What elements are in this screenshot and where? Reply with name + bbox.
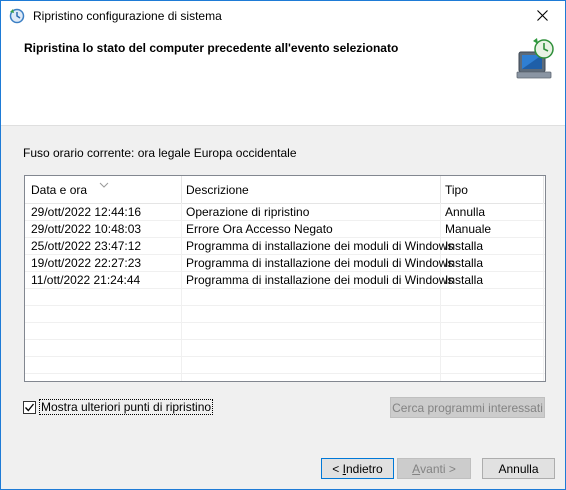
grid-line bbox=[25, 339, 545, 340]
show-more-checkbox[interactable] bbox=[23, 400, 36, 414]
window-title: Ripristino configurazione di sistema bbox=[33, 9, 222, 23]
row-type: Annulla bbox=[445, 205, 486, 219]
table-row[interactable]: 19/ott/2022 22:27:23 Programma di instal… bbox=[25, 255, 545, 272]
grid-line bbox=[25, 237, 545, 238]
row-date: 19/ott/2022 22:27:23 bbox=[31, 256, 142, 270]
row-description: Programma di installazione dei moduli di… bbox=[186, 273, 454, 287]
close-button[interactable] bbox=[519, 1, 565, 32]
restore-points-list[interactable]: Data e ora Descrizione Tipo 29/ott/2022 … bbox=[24, 175, 546, 382]
system-restore-window: Ripristino configurazione di sistema Rip… bbox=[0, 0, 566, 490]
table-row[interactable]: 29/ott/2022 10:48:03 Errore Ora Accesso … bbox=[25, 221, 545, 238]
row-description: Programma di installazione dei moduli di… bbox=[186, 239, 454, 253]
title-bar: Ripristino configurazione di sistema bbox=[1, 1, 565, 32]
table-row[interactable]: 25/ott/2022 23:47:12 Programma di instal… bbox=[25, 238, 545, 255]
list-header: Data e ora Descrizione Tipo bbox=[25, 176, 545, 204]
column-header-type[interactable]: Tipo bbox=[441, 176, 543, 203]
next-button[interactable]: Avanti > bbox=[397, 458, 471, 479]
row-date: 29/ott/2022 12:44:16 bbox=[31, 205, 142, 219]
scan-affected-programs-button[interactable]: Cerca programmi interessati bbox=[390, 397, 545, 418]
row-description: Operazione di ripristino bbox=[186, 205, 310, 219]
row-type: Manuale bbox=[445, 222, 492, 236]
back-button-label: ndietro bbox=[345, 461, 383, 476]
grid-line bbox=[25, 305, 545, 306]
table-row[interactable]: 29/ott/2022 12:44:16 Operazione di ripri… bbox=[25, 204, 545, 221]
column-header-date[interactable]: Data e ora bbox=[25, 176, 181, 203]
next-button-label: vanti > bbox=[420, 461, 456, 476]
grid-line bbox=[25, 288, 545, 289]
column-header-description[interactable]: Descrizione bbox=[182, 176, 440, 203]
column-header-label: Descrizione bbox=[186, 183, 249, 197]
grid-line bbox=[25, 356, 545, 357]
row-type: Installa bbox=[445, 239, 484, 253]
computer-restore-icon bbox=[513, 38, 557, 84]
checkmark-icon bbox=[25, 403, 35, 411]
next-button-accesskey: A bbox=[412, 461, 421, 476]
header-panel: Ripristina lo stato del computer precede… bbox=[1, 32, 565, 126]
show-more-label: Mostra ulteriori punti di ripristino bbox=[39, 399, 214, 415]
row-type: Installa bbox=[445, 273, 484, 287]
row-date: 25/ott/2022 23:47:12 bbox=[31, 239, 142, 253]
page-title: Ripristina lo stato del computer precede… bbox=[24, 41, 399, 55]
grid-line bbox=[25, 220, 545, 221]
cancel-button-label: Annulla bbox=[498, 461, 539, 476]
grid-line bbox=[25, 271, 545, 272]
grid-line bbox=[25, 254, 545, 255]
sort-arrow-icon bbox=[99, 177, 109, 188]
row-date: 29/ott/2022 10:48:03 bbox=[31, 222, 142, 236]
grid-line bbox=[25, 322, 545, 323]
close-icon bbox=[536, 9, 548, 24]
scan-button-label: Cerca programmi interessati bbox=[392, 400, 543, 415]
column-header-label: Tipo bbox=[445, 183, 468, 197]
show-more-restore-points[interactable]: Mostra ulteriori punti di ripristino bbox=[23, 399, 214, 415]
row-date: 11/ott/2022 21:24:44 bbox=[31, 273, 141, 287]
row-description: Errore Ora Accesso Negato bbox=[186, 222, 333, 236]
timezone-text: Fuso orario corrente: ora legale Europa … bbox=[23, 146, 297, 160]
grid-line bbox=[25, 373, 545, 374]
column-header-label: Data e ora bbox=[31, 183, 88, 197]
cancel-button[interactable]: Annulla bbox=[482, 458, 555, 479]
back-button-prefix: < bbox=[332, 461, 343, 476]
column-divider[interactable] bbox=[543, 176, 544, 203]
system-restore-icon bbox=[9, 8, 25, 24]
table-row[interactable]: 11/ott/2022 21:24:44 Programma di instal… bbox=[25, 272, 545, 289]
row-type: Installa bbox=[445, 256, 484, 270]
back-button[interactable]: < Indietro bbox=[321, 458, 394, 479]
row-description: Programma di installazione dei moduli di… bbox=[186, 256, 454, 270]
